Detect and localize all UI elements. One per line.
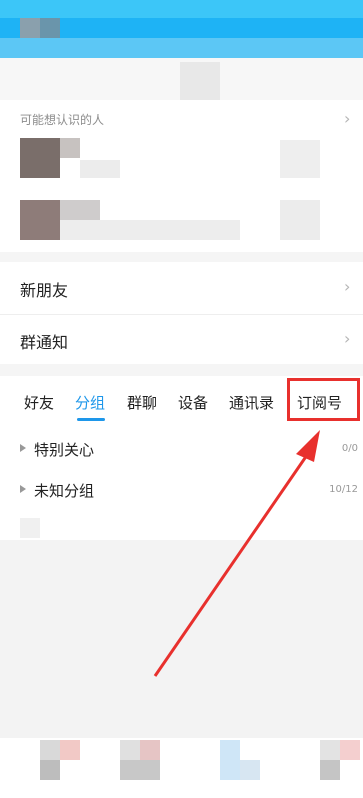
annotation-arrow bbox=[153, 430, 320, 677]
arrow-line bbox=[153, 441, 318, 677]
contacts-screen: 可能想认识的人 › 新朋友 › 群通知 › 好友 分组 群聊 设备 通讯录 订阅… bbox=[0, 0, 363, 798]
arrow-head bbox=[296, 430, 320, 462]
